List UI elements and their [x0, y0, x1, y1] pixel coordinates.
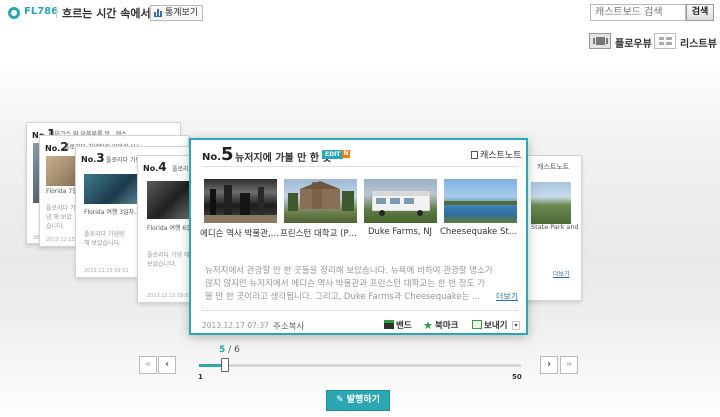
photo-caption[interactable]: 프린스턴 대학교 (Pri...: [280, 227, 360, 239]
slider-max-label: 50: [512, 373, 522, 381]
search-button[interactable]: 검색: [686, 4, 714, 21]
photo-caption[interactable]: Cheesequake State...: [440, 227, 520, 237]
castnote-link[interactable]: 캐스트노트: [471, 148, 521, 161]
post-thumbnail: [147, 181, 191, 219]
blog-id[interactable]: FL786: [24, 6, 58, 17]
flow-view-label: 플로우뷰: [615, 39, 652, 50]
post-excerpt: 플로리다 기념 해 보았습니다.: [147, 252, 190, 268]
more-link[interactable]: 더보기: [496, 291, 518, 302]
post-number: No.4: [143, 160, 167, 174]
museum-photo-icon[interactable]: [204, 179, 277, 223]
stats-button[interactable]: 통계보기: [150, 5, 204, 21]
post-excerpt: 뉴저지에서 관광할 만 한 곳들을 정리해 보았습니다. 뉴욕에 비하여 관광할…: [205, 266, 493, 302]
page-slider-track[interactable]: [199, 364, 521, 367]
last-page-button[interactable]: »: [560, 356, 578, 374]
blog-title[interactable]: 흐르는 시간 속에서: [62, 5, 151, 21]
next-page-button[interactable]: ›: [540, 356, 558, 374]
post-date: 2013.12.17 07:37: [202, 321, 269, 330]
photo-caption[interactable]: 에디슨 역사 박물관, NJ: [200, 227, 280, 239]
band-share-button[interactable]: 밴드: [384, 319, 412, 331]
post-thumbnail: [531, 182, 571, 224]
bar-chart-icon: [154, 9, 162, 17]
university-photo-icon[interactable]: [284, 179, 357, 223]
castnote-link[interactable]: 캐스트노트: [537, 162, 569, 172]
edit-badge[interactable]: EDIT: [322, 150, 344, 159]
flow-view-icon: [589, 33, 611, 49]
post-thumbnail: [84, 174, 140, 204]
send-button[interactable]: 보내기: [472, 319, 507, 331]
post-number: No.5: [202, 144, 234, 165]
list-view-icon: [654, 33, 676, 49]
divider: [202, 310, 518, 311]
top-bar: FL786 흐르는 시간 속에서 통계보기 검색: [0, 0, 720, 28]
star-icon: ★: [423, 319, 433, 332]
post-excerpt: 플로리다 기념 해 보았습니다.: [46, 205, 76, 230]
list-view-label: 리스트뷰: [680, 39, 717, 50]
post-caption: Florida 여행 3일차..: [84, 209, 138, 216]
prev-page-button[interactable]: ‹: [158, 356, 176, 374]
lake-photo-icon[interactable]: [444, 179, 517, 223]
blog-logo-icon[interactable]: [8, 7, 20, 19]
new-badge: N: [342, 150, 350, 158]
post-date: 2013.12.15 09:52: [84, 268, 129, 274]
bookmark-button[interactable]: ★ 북마크: [423, 319, 458, 331]
send-icon: [472, 320, 482, 329]
post-date: 2013.12.15 09:52: [147, 293, 192, 299]
photo-caption[interactable]: Duke Farms, NJ: [360, 227, 440, 237]
more-link[interactable]: 더보기: [553, 269, 570, 278]
note-icon: [471, 151, 478, 159]
copy-address-button[interactable]: 주소복사: [273, 320, 304, 332]
page-counter: 5 / 6: [219, 345, 240, 355]
publish-button[interactable]: ✎ 발행하기: [326, 390, 390, 411]
tram-photo-icon[interactable]: [364, 179, 437, 223]
divider: [56, 7, 57, 18]
slider-min-label: 1: [198, 373, 203, 381]
post-title[interactable]: 뉴저지에 가볼 만 한 곳: [235, 149, 332, 164]
post-caption: State Park and Ro...: [531, 223, 581, 231]
stats-button-label: 통계보기: [165, 8, 199, 18]
divider: [202, 166, 518, 167]
post-number: No.3: [81, 151, 105, 165]
post-excerpt: 플로리다 기념팅 해 보았습니다.: [84, 231, 125, 247]
first-page-button[interactable]: «: [139, 356, 157, 374]
featured-post-card[interactable]: No.5 뉴저지에 가볼 만 한 곳 EDIT N 캐스트노트 에디슨 역사 박…: [189, 138, 528, 335]
search-input[interactable]: [590, 4, 686, 21]
band-icon: [384, 320, 394, 329]
chevron-down-icon[interactable]: ▾: [512, 321, 520, 330]
page-slider-handle[interactable]: [221, 358, 229, 372]
